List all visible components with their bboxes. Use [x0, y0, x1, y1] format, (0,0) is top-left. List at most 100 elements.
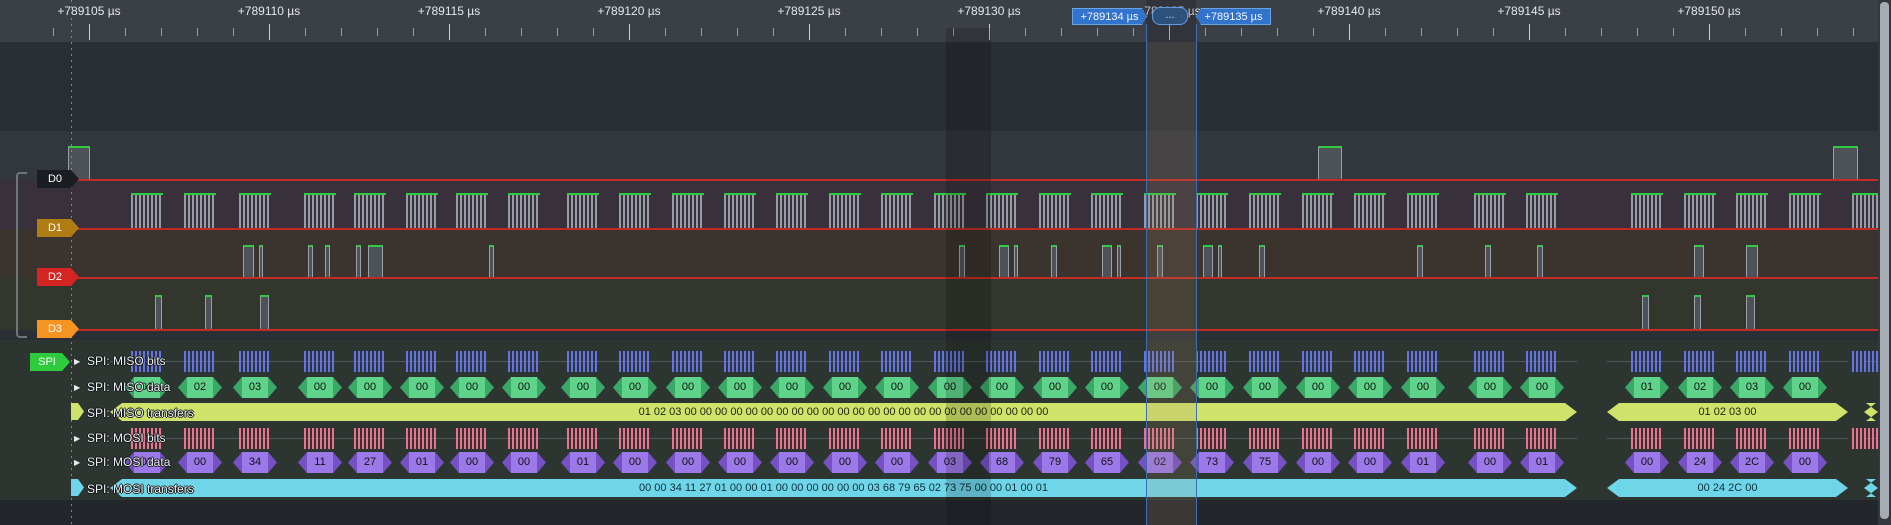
ruler-tick: [557, 28, 558, 36]
data-byte-hexagon[interactable]: 00: [1243, 377, 1287, 398]
signal-pulse: [368, 245, 383, 277]
data-byte-hexagon[interactable]: 00: [1468, 377, 1512, 398]
signal-pulse: [1218, 245, 1222, 277]
data-byte-hexagon[interactable]: 00: [1468, 452, 1512, 473]
data-byte-hexagon[interactable]: 79: [1033, 452, 1077, 473]
data-byte-hexagon[interactable]: 00: [1348, 452, 1392, 473]
data-byte-hexagon[interactable]: 01: [561, 452, 605, 473]
bits-burst: [1631, 351, 1663, 372]
data-byte-hexagon[interactable]: 00: [348, 377, 392, 398]
data-byte-hexagon[interactable]: 03: [233, 377, 277, 398]
row-expander-icon[interactable]: ▶: [74, 458, 80, 468]
row-expander-icon[interactable]: ▶: [74, 434, 80, 444]
data-byte-hexagon[interactable]: 00: [1033, 377, 1077, 398]
transfer-bar[interactable]: 01 02 03 00 00 00 00 00 00 00 00 00 00 0…: [110, 403, 1577, 421]
row-expander-icon[interactable]: ▶: [74, 383, 80, 393]
data-byte-hexagon[interactable]: 00: [1783, 377, 1827, 398]
data-byte-hexagon[interactable]: 00: [666, 377, 710, 398]
data-byte-hexagon[interactable]: 00: [823, 452, 867, 473]
marker-tag-m2[interactable]: +789135 µs: [1196, 8, 1271, 25]
ruler-tick: [1529, 24, 1530, 40]
data-byte-hexagon[interactable]: 00: [178, 452, 222, 473]
channel-tag-d2[interactable]: D2: [37, 268, 79, 286]
marker-line-m2[interactable]: [1196, 24, 1197, 525]
ruler-tick: [1565, 28, 1566, 36]
signal-pulse: [1102, 245, 1112, 277]
data-byte-hexagon[interactable]: 27: [348, 452, 392, 473]
ruler-time-label: +789130 µs: [957, 4, 1020, 18]
data-byte-hexagon[interactable]: 00: [502, 377, 546, 398]
marker-gap-pill[interactable]: ...: [1152, 7, 1188, 25]
ruler-time-label: +789125 µs: [777, 4, 840, 18]
data-byte-hexagon[interactable]: 2C: [1730, 452, 1774, 473]
data-byte-hexagon[interactable]: 00: [718, 377, 762, 398]
bits-burst: [456, 428, 488, 449]
bits-burst: [1684, 428, 1716, 449]
data-byte-hexagon[interactable]: 00: [298, 377, 342, 398]
data-byte-hexagon[interactable]: 75: [1243, 452, 1287, 473]
data-byte-hexagon[interactable]: 01: [1520, 452, 1564, 473]
data-byte-hexagon[interactable]: 00: [561, 377, 605, 398]
clock-burst: [304, 193, 336, 228]
data-byte-hexagon[interactable]: 00: [666, 452, 710, 473]
data-byte-hexagon[interactable]: 00: [770, 377, 814, 398]
data-byte-hexagon[interactable]: 00: [875, 452, 919, 473]
data-byte-hexagon[interactable]: 01: [1625, 377, 1669, 398]
data-byte-hexagon[interactable]: 00: [450, 452, 494, 473]
channel-group-bracket[interactable]: [16, 172, 27, 338]
data-byte-hexagon[interactable]: 00: [1085, 377, 1129, 398]
data-byte-hexagon[interactable]: 00: [1296, 452, 1340, 473]
data-byte-hexagon[interactable]: 00: [400, 377, 444, 398]
data-byte-hexagon[interactable]: 65: [1085, 452, 1129, 473]
data-byte-hexagon[interactable]: 00: [718, 452, 762, 473]
data-byte-hexagon[interactable]: 00: [1783, 452, 1827, 473]
data-byte-hexagon[interactable]: 02: [1678, 377, 1722, 398]
spi-analyzer-tag[interactable]: SPI: [30, 353, 70, 371]
bits-burst: [829, 428, 861, 449]
data-byte-hexagon[interactable]: 01: [1401, 452, 1445, 473]
channel-tag-d0[interactable]: D0: [37, 170, 79, 188]
marker-line-m1[interactable]: [1146, 24, 1147, 525]
data-byte-hexagon[interactable]: 00: [1520, 377, 1564, 398]
data-byte-hexagon[interactable]: 00: [613, 377, 657, 398]
logic-analyzer-view: +789134 µs ... +789135 µs +789105 µs+789…: [0, 0, 1891, 525]
data-byte-hexagon[interactable]: 00: [1625, 452, 1669, 473]
spi-row-label[interactable]: SPI: MISO transfers: [87, 405, 194, 421]
data-byte-hexagon[interactable]: 00: [450, 377, 494, 398]
ruler-tick: [701, 28, 702, 36]
transfer-bar[interactable]: 01 02 03 00: [1607, 403, 1848, 421]
data-byte-hexagon[interactable]: 01: [400, 452, 444, 473]
signal-pulse: [1417, 245, 1423, 277]
data-byte-hexagon[interactable]: 11: [298, 452, 342, 473]
data-byte-hexagon[interactable]: 02: [178, 377, 222, 398]
data-byte-hexagon[interactable]: 24: [1678, 452, 1722, 473]
row-expander-icon[interactable]: ▶: [74, 357, 80, 367]
data-byte-hexagon[interactable]: 00: [613, 452, 657, 473]
ruler-tick: [1205, 28, 1206, 36]
ruler-tick: [521, 28, 522, 36]
clock-burst: [1789, 193, 1821, 228]
channel-tag-d1[interactable]: D1: [37, 219, 79, 237]
channel-tag-d3[interactable]: D3: [37, 320, 79, 338]
spi-row-label[interactable]: SPI: MISO data: [87, 379, 170, 395]
marker-tag-m1[interactable]: +789134 µs: [1072, 8, 1147, 25]
spi-row-label[interactable]: SPI: MOSI data: [87, 454, 170, 470]
data-byte-hexagon[interactable]: 00: [1296, 377, 1340, 398]
data-byte-hexagon[interactable]: 34: [233, 452, 277, 473]
data-byte-hexagon[interactable]: 00: [1401, 377, 1445, 398]
data-byte-hexagon[interactable]: 00: [502, 452, 546, 473]
spi-row-label[interactable]: SPI: MOSI transfers: [87, 481, 194, 497]
data-byte-hexagon[interactable]: 00: [770, 452, 814, 473]
transfer-bar[interactable]: 00 00 34 11 27 01 00 00 01 00 00 00 00 0…: [110, 479, 1577, 497]
transfer-bar[interactable]: 00 24 2C 00: [1607, 479, 1848, 497]
bits-burst: [239, 428, 271, 449]
data-byte-hexagon[interactable]: 03: [1730, 377, 1774, 398]
spi-row-label[interactable]: SPI: MISO bits: [87, 353, 166, 369]
scrollbar-thumb[interactable]: [1880, 2, 1889, 519]
data-byte-hexagon[interactable]: 00: [875, 377, 919, 398]
data-byte-hexagon[interactable]: 00: [1348, 377, 1392, 398]
data-byte-hexagon[interactable]: 00: [823, 377, 867, 398]
spi-row-label[interactable]: SPI: MOSI bits: [87, 430, 166, 446]
bits-burst: [1407, 351, 1439, 372]
clock-burst: [131, 193, 163, 228]
